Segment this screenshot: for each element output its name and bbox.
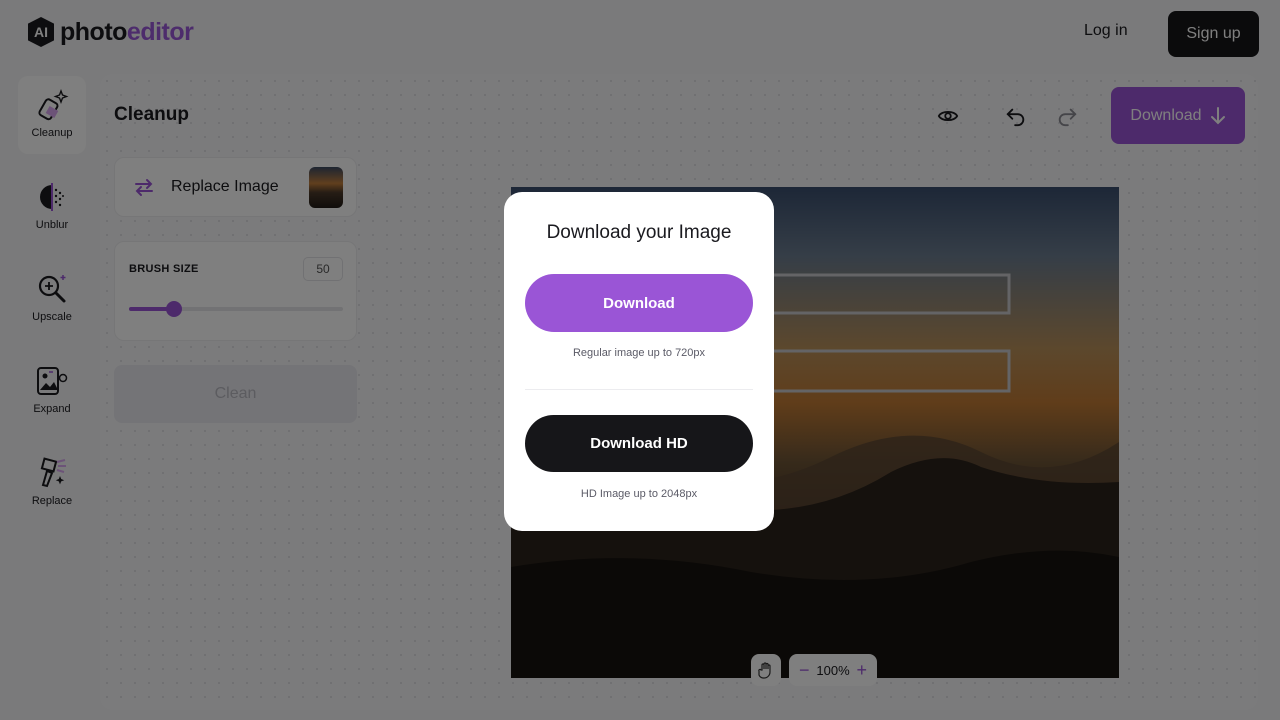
download-hd-button[interactable]: Download HD	[525, 415, 753, 472]
download-modal: Download your Image Download Regular ima…	[504, 192, 774, 531]
modal-title: Download your Image	[546, 222, 732, 243]
download-standard-note: Regular image up to 720px	[572, 347, 706, 359]
modal-divider	[525, 389, 753, 390]
download-standard-button[interactable]: Download	[525, 274, 753, 332]
download-hd-note: HD Image up to 2048px	[580, 488, 698, 500]
